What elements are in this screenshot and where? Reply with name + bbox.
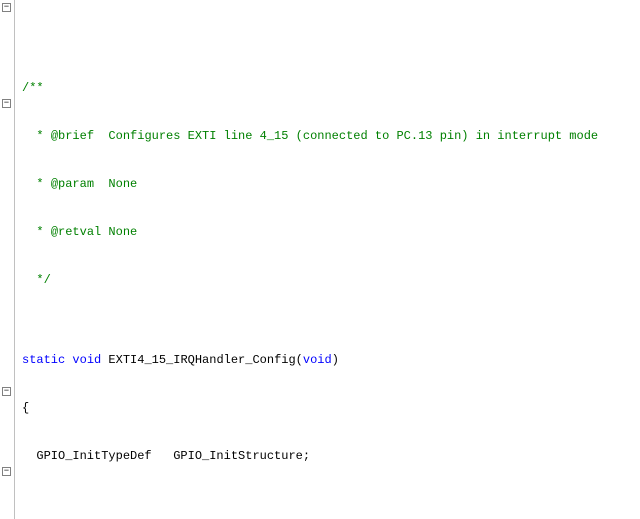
fold-icon[interactable]: − (2, 467, 11, 476)
func1-name: EXTI4_15_IRQHandler_Config( (101, 353, 303, 367)
fold-icon[interactable]: − (2, 99, 11, 108)
doc-open: /** (22, 81, 44, 95)
doc-retval-text: None (101, 225, 137, 239)
doc-param-tag: @param (51, 177, 94, 191)
func1-decl: GPIO_InitTypeDef GPIO_InitStructure; (22, 449, 310, 463)
kw-void: void (303, 353, 332, 367)
doc-retval-tag: @retval (51, 225, 101, 239)
doc-brief-text: Configures EXTI line 4_15 (connected to … (94, 129, 598, 143)
fold-icon[interactable]: − (2, 387, 11, 396)
open-brace: { (22, 401, 29, 415)
code-editor: − − − − /** * @brief Configures EXTI lin… (0, 0, 640, 519)
kw-static: static (22, 353, 65, 367)
doc-brief-tag: @brief (51, 129, 94, 143)
fold-gutter: − − − − (0, 0, 15, 519)
fold-icon[interactable]: − (2, 3, 11, 12)
func1-close-paren: ) (332, 353, 339, 367)
doc-param-text: None (94, 177, 137, 191)
doc-close: */ (36, 273, 50, 287)
kw-void: void (72, 353, 101, 367)
